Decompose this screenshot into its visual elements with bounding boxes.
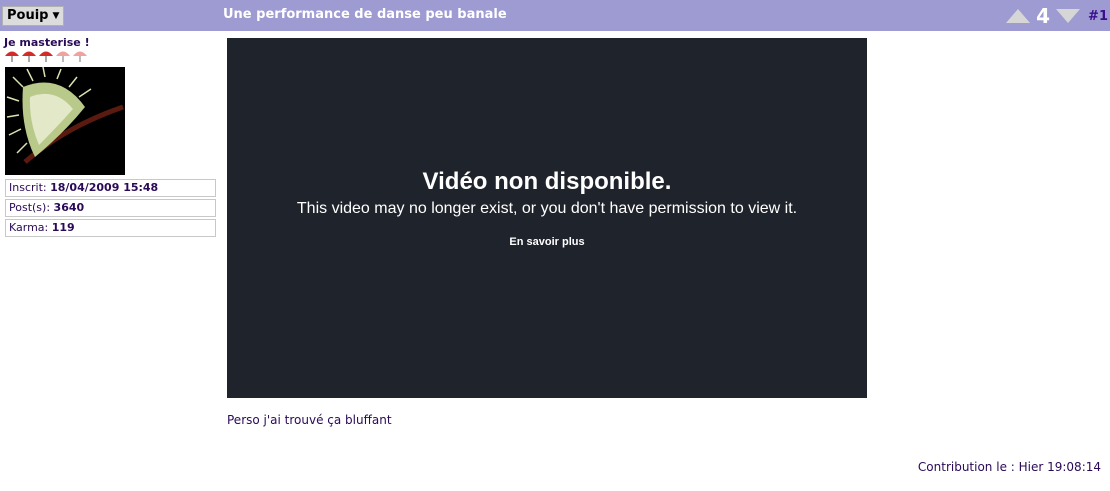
info-posts-label: Post(s): (9, 201, 54, 214)
info-karma-value: 119 (51, 221, 75, 234)
post-header: Pouip ▼ Une performance de danse peu ban… (0, 0, 1110, 31)
info-karma-label: Karma: (9, 221, 52, 234)
video-player[interactable]: Vidéo non disponible. This video may no … (227, 38, 867, 398)
post-number-link[interactable]: #1 (1088, 9, 1108, 24)
vote-count: 4 (1036, 4, 1051, 28)
contribution-date: Contribution le : Hier 19:08:14 (917, 460, 1101, 474)
topic-title: Une performance de danse peu banale (223, 7, 507, 22)
umbrella-icon (39, 51, 53, 62)
chevron-down-icon: ▼ (52, 11, 60, 21)
upvote-arrow-icon[interactable] (1006, 9, 1031, 23)
umbrella-icon (56, 51, 70, 62)
avatar (5, 67, 125, 175)
video-unavailable-title: Vidéo non disponible. (422, 168, 672, 195)
info-posts: Post(s): 3640 (5, 199, 216, 217)
venus-flytrap-image (5, 67, 125, 175)
umbrella-icon (5, 51, 19, 62)
info-karma: Karma: 119 (5, 219, 216, 237)
umbrella-icon (22, 51, 36, 62)
user-menu-button[interactable]: Pouip ▼ (2, 6, 65, 26)
user-rank: Je masterise ! (4, 36, 90, 49)
rank-umbrellas (4, 49, 88, 63)
info-posts-value: 3640 (53, 201, 85, 214)
info-inscrit: Inscrit: 18/04/2009 15:48 (5, 179, 216, 197)
video-unavailable-message: This video may no longer exist, or you d… (296, 200, 798, 217)
downvote-arrow-icon[interactable] (1056, 9, 1081, 23)
user-name: Pouip (7, 8, 49, 23)
learn-more-link[interactable]: En savoir plus (227, 236, 867, 248)
post-body-text: Perso j'ai trouvé ça bluffant (227, 413, 392, 427)
info-inscrit-value: 18/04/2009 15:48 (50, 181, 159, 194)
vote-widget: 4 #1 (1006, 4, 1110, 28)
umbrella-icon (73, 51, 87, 62)
info-inscrit-label: Inscrit: (9, 181, 51, 194)
